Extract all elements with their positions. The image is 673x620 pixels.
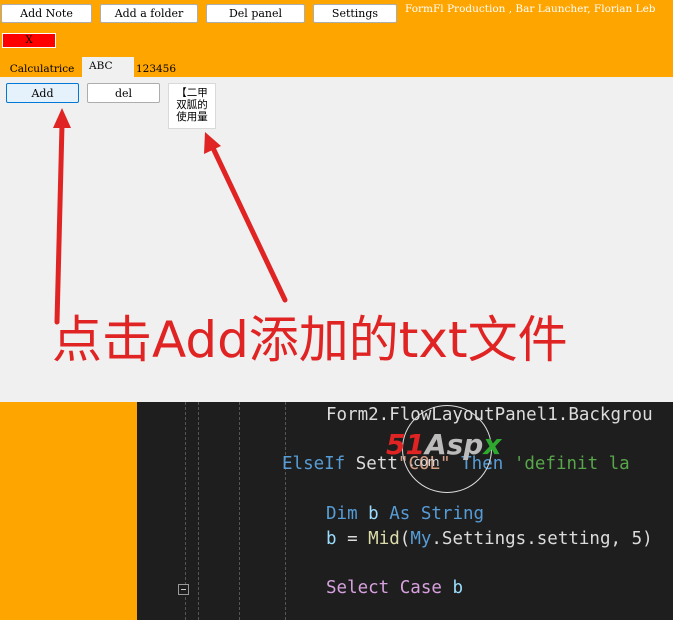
indent-guide: [239, 402, 240, 620]
code-line-5: Select Case b: [326, 578, 463, 598]
watermark-logo: 51Aspx: [386, 428, 502, 461]
code-line-4: b = Mid(My.Settings.setting, 5): [326, 529, 653, 549]
variable: b: [326, 529, 337, 549]
code-line-1: Form2.FlowLayoutPanel1.Backgrou: [326, 405, 653, 425]
arrow-to-file: [210, 145, 288, 303]
code-text: Form2.FlowLayoutPanel1.Backgrou: [326, 405, 653, 425]
variable: b: [441, 578, 463, 598]
keyword: ElseIf: [282, 454, 346, 474]
collapse-icon[interactable]: [178, 584, 189, 595]
arrowhead-add: [53, 108, 71, 128]
keyword: Select: [326, 578, 390, 598]
code-text: =: [336, 529, 369, 549]
function-name: Mid: [368, 529, 400, 549]
keyword: Dim: [326, 504, 358, 524]
comment: 'definit la: [513, 454, 630, 474]
keyword: As: [389, 504, 411, 524]
watermark-domain: .com: [410, 455, 440, 469]
indent-guide: [285, 402, 286, 620]
code-line-3: Dim b As String: [326, 504, 484, 524]
indent-guide: [198, 402, 199, 620]
keyword: Case: [389, 578, 442, 598]
keyword: String: [410, 504, 485, 524]
arrow-to-add: [54, 122, 65, 325]
variable: b: [357, 504, 390, 524]
keyword: My: [410, 529, 432, 549]
code-text: .Settings.setting, 5): [431, 529, 653, 549]
annotation-caption: 点击Add添加的txt文件: [52, 311, 568, 369]
